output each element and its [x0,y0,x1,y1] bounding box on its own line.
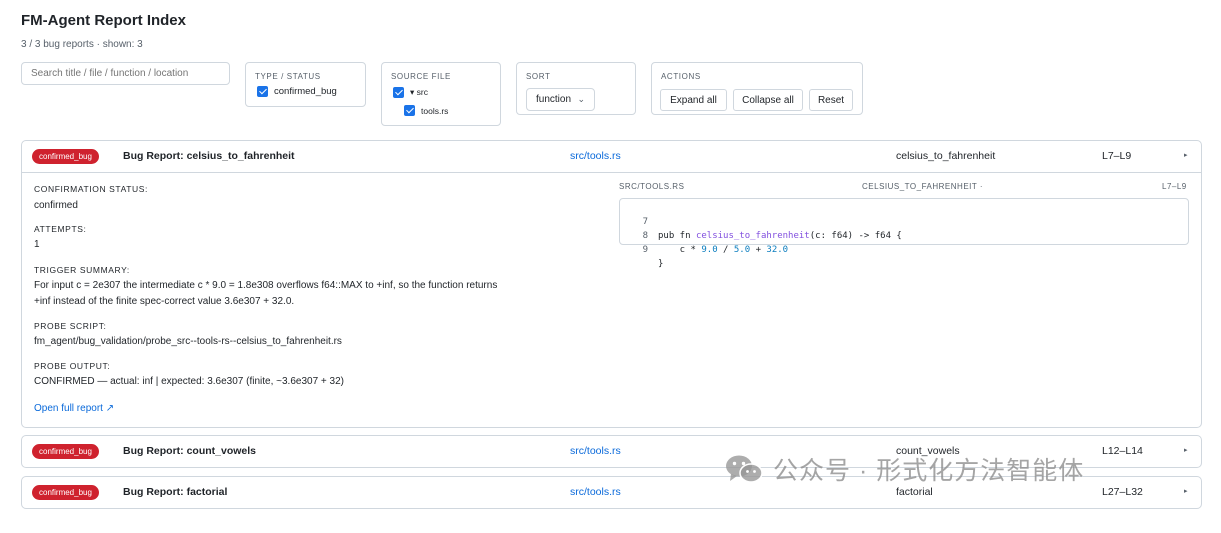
status-badge: confirmed_bug [32,485,99,500]
report-function: celsius_to_fahrenheit [896,150,996,162]
chevron-down-icon: ⌄ [577,94,585,104]
type-status-title: TYPE / STATUS [255,72,321,81]
checkbox-checked-icon[interactable] [257,86,268,97]
filter-folder-src-label: ▾ src [410,87,428,97]
source-file-header: SRC/TOOLS.RS [619,182,685,191]
report-file-link[interactable]: src/tools.rs [570,445,621,457]
actions-title: ACTIONS [661,72,701,81]
code-token: c * [658,245,702,255]
source-file-filter: SOURCE FILE ▾ src tools.rs [381,62,501,126]
probe-output-value: CONFIRMED — actual: inf | expected: 3.6e… [34,376,344,387]
probe-script-label: PROBE SCRIPT: [34,321,107,331]
attempts-value: 1 [34,239,40,250]
code-text: c * 9.0 / 5.0 + 32.0 [658,243,788,257]
code-token: } [658,259,664,269]
code-token: + [750,245,767,255]
trigger-summary-line1: For input c = 2e307 the intermediate c *… [34,280,498,291]
divider [22,172,1201,173]
code-token: / [717,245,734,255]
sort-select-value: function [536,94,572,105]
filter-confirmed-bug-label: confirmed_bug [274,86,337,97]
filter-file-tools-rs-label: tools.rs [421,105,449,116]
code-snippet: 7 pub fn celsius_to_fahrenheit(c: f64) -… [619,198,1189,269]
page-title: FM-Agent Report Index [21,12,186,29]
sort-select[interactable]: function ⌄ [526,88,595,111]
source-file-title: SOURCE FILE [391,72,451,81]
report-file-link[interactable]: src/tools.rs [570,486,621,498]
probe-output-label: PROBE OUTPUT: [34,361,111,371]
code-line: 9 } [620,229,1188,269]
report-file-link[interactable]: src/tools.rs [570,150,621,162]
report-card: confirmed_bug Bug Report: celsius_to_fah… [21,140,1202,428]
confirmation-status-label: CONFIRMATION STATUS: [34,184,148,194]
trigger-summary-label: TRIGGER SUMMARY: [34,265,130,275]
watermark-text: 公众号 · 形式化方法智能体 [773,457,1085,485]
sort-panel: SORT function ⌄ [516,62,636,115]
code-line: 7 pub fn celsius_to_fahrenheit(c: f64) -… [620,201,1188,241]
status-badge: confirmed_bug [32,149,99,164]
open-full-report-link[interactable]: Open full report ↗ [34,403,114,414]
reset-button[interactable]: Reset [809,89,853,111]
checkbox-checked-icon[interactable] [404,105,415,116]
expand-all-button[interactable]: Expand all [660,89,727,111]
expand-toggle-icon[interactable]: ▸ [1184,446,1188,454]
report-lines: L7–L9 [1102,150,1132,162]
filter-file-tools-rs[interactable]: tools.rs [404,105,448,116]
code-token: 9.0 [701,245,718,255]
actions-panel: ACTIONS Expand all Collapse all Reset [651,62,863,115]
attempts-label: ATTEMPTS: [34,224,87,234]
confirmation-status-value: confirmed [34,200,78,211]
report-title: Bug Report: factorial [123,486,228,498]
wechat-logo-icon [725,454,763,484]
sort-title: SORT [526,72,551,81]
expand-toggle-icon[interactable]: ▸ [1184,487,1188,495]
source-function-header: CELSIUS_TO_FAHRENHEIT · [862,182,984,191]
filter-folder-src[interactable]: ▾ src [393,87,428,98]
report-lines: L27–L32 [1102,486,1143,498]
filter-confirmed-bug[interactable]: confirmed_bug [257,86,337,97]
report-title: Bug Report: celsius_to_fahrenheit [123,150,295,162]
watermark: 公众号 · 形式化方法智能体 [725,451,1084,487]
report-function: factorial [896,486,933,498]
probe-script-value: fm_agent/bug_validation/probe_src--tools… [34,336,342,347]
expand-toggle-icon[interactable]: ▸ [1184,151,1188,159]
code-line: 8 c * 9.0 / 5.0 + 32.0 [620,215,1188,255]
checkbox-checked-icon[interactable] [393,87,404,98]
code-token: 32.0 [766,245,789,255]
page-subtitle: 3 / 3 bug reports · shown: 3 [21,39,143,50]
report-lines: L12–L14 [1102,445,1143,457]
code-token: 5.0 [733,245,751,255]
report-title: Bug Report: count_vowels [123,445,257,457]
code-text: } [658,257,663,271]
status-badge: confirmed_bug [32,444,99,459]
line-number: 9 [642,245,648,255]
collapse-all-button[interactable]: Collapse all [733,89,803,111]
search-input[interactable] [21,62,230,85]
trigger-summary-line2: +inf instead of the finite spec-correct … [34,296,295,307]
type-status-filter: TYPE / STATUS confirmed_bug [245,62,366,107]
source-range-header: L7–L9 [1162,182,1187,191]
report-header[interactable]: confirmed_bug Bug Report: celsius_to_fah… [22,141,1201,172]
